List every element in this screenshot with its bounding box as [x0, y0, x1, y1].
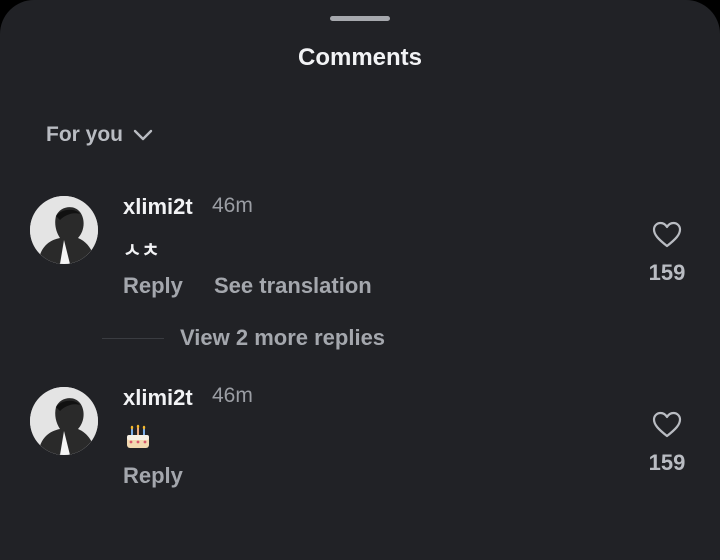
like-button[interactable]	[637, 221, 697, 249]
heart-icon	[637, 411, 697, 439]
sheet-title: Comments	[297, 44, 423, 71]
sort-filter-dropdown[interactable]: For you	[46, 123, 153, 147]
view-more-replies-button[interactable]: View 2 more replies	[180, 325, 385, 351]
heart-icon	[637, 221, 697, 249]
birthday-cake-emoji	[124, 423, 152, 451]
reply-button[interactable]: Reply	[123, 273, 183, 299]
comment-username[interactable]: xlimi2t	[123, 194, 193, 220]
see-translation-button[interactable]: See translation	[214, 273, 372, 299]
reply-button[interactable]: Reply	[123, 463, 183, 489]
sort-filter-label: For you	[46, 123, 123, 146]
comment-timestamp: 46m	[212, 194, 253, 217]
comment-username[interactable]: xlimi2t	[123, 385, 193, 411]
thread-divider	[102, 338, 164, 339]
drag-handle[interactable]	[330, 16, 390, 21]
comments-sheet: Comments For you xlimi2t 46m ㅅㅊ Reply Se…	[0, 0, 720, 560]
like-count: 159	[648, 450, 686, 475]
comment-timestamp: 46m	[212, 384, 253, 407]
chevron-down-icon	[133, 129, 153, 141]
comment-text: ㅅㅊ	[123, 240, 160, 262]
avatar[interactable]	[30, 387, 98, 455]
like-button[interactable]	[637, 411, 697, 439]
avatar[interactable]	[30, 196, 98, 264]
like-count: 159	[648, 260, 686, 285]
